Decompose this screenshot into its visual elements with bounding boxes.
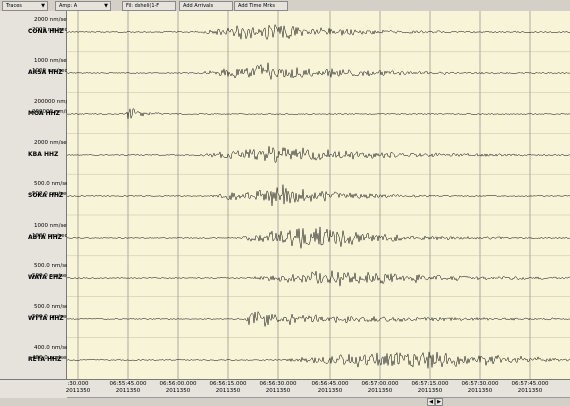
waveform-trace [67, 146, 570, 163]
traces-menu-label: Traces [6, 3, 22, 9]
add-arrivals-label: Add Arrivals [183, 3, 214, 9]
amplitude-bottom-label: -1000 nm/sec [30, 68, 68, 74]
time-tick-label: :30.000 [67, 381, 89, 387]
waveform-trace [67, 62, 570, 80]
amplitude-top-label: 500.0 nm/sec [34, 263, 72, 269]
amp-menu[interactable]: Amp: A ▼ [55, 1, 111, 11]
waveform-trace [67, 23, 570, 41]
waveform-plot[interactable] [67, 11, 570, 379]
time-tick-label: 06:56:30.000 [259, 381, 297, 387]
waveform-trace [67, 108, 570, 119]
amplitude-top-label: 500.0 nm/sec [34, 304, 72, 310]
waveform-trace [67, 184, 570, 207]
date-tick-label: 2011350 [165, 388, 191, 394]
filter-menu[interactable]: Fil: dsheli(1-F [122, 1, 176, 11]
amplitude-top-label: 2000 nm/sec [34, 140, 70, 146]
add-time-marks-label: Add Time Mrks [238, 3, 275, 9]
waveform-trace [67, 270, 570, 287]
amp-menu-label: Amp: A [59, 3, 78, 9]
waveform-trace [67, 226, 570, 249]
time-tick-label: 06:56:45.000 [311, 381, 349, 387]
time-tick-label: 06:57:15.000 [411, 381, 449, 387]
amplitude-bottom-label: -500.0 nm/sec [30, 314, 70, 320]
date-tick-label: 2011350 [317, 388, 343, 394]
date-tick-label: 2011350 [215, 388, 241, 394]
amplitude-top-label: 2000 nm/sec [34, 17, 70, 23]
amplitude-top-label: 500.0 nm/sec [34, 181, 72, 187]
time-tick-label: 06:56:00.000 [159, 381, 197, 387]
scroll-left-icon[interactable]: ◀ [427, 398, 435, 406]
chevron-down-icon: ▼ [41, 3, 45, 9]
filter-menu-label: Fil: dsheli(1-F [126, 3, 160, 9]
chevron-down-icon: ▼ [104, 3, 108, 9]
time-tick-label: 06:55:45.000 [109, 381, 147, 387]
amplitude-bottom-label: -500.0 nm/sec [30, 191, 70, 197]
amplitude-top-label: 1000 nm/sec [34, 58, 70, 64]
amplitude-bottom-label: -500.0 nm/sec [30, 273, 70, 279]
waveform-canvas [67, 11, 570, 379]
time-axis: :30.000 2011350 06:55:45.000 2011350 06:56:0… [0, 379, 570, 398]
date-tick-label: 2011350 [265, 388, 291, 394]
scroll-right-icon[interactable]: ▶ [435, 398, 443, 406]
waveform-trace [67, 310, 570, 327]
date-tick-label: 2011350 [115, 388, 141, 394]
add-time-marks-button[interactable]: Add Time Mrks [234, 1, 288, 11]
amplitude-top-label: 1000 nm/sec [34, 223, 70, 229]
date-tick-label: 2011350 [517, 388, 543, 394]
waveform-trace [67, 351, 570, 369]
add-arrivals-button[interactable]: Add Arrivals [179, 1, 233, 11]
date-tick-label: 2011350 [417, 388, 443, 394]
time-tick-label: 06:57:45.000 [511, 381, 549, 387]
amplitude-bottom-label: -2000 nm/sec [30, 27, 68, 33]
time-tick-label: 06:57:30.000 [461, 381, 499, 387]
date-tick-label: 2011350 [467, 388, 493, 394]
traces-menu[interactable]: Traces ▼ [2, 1, 48, 11]
time-tick-label: 06:57:00.000 [361, 381, 399, 387]
amplitude-bottom-label: -400.0 nm/sec [30, 355, 70, 361]
date-tick-label: 2011350 [65, 388, 91, 394]
date-tick-label: 2011350 [367, 388, 393, 394]
amplitude-top-label: 400.0 nm/sec [34, 345, 72, 351]
trace-label-panel: 2000 nm/sec CONA HHZ -2000 nm/sec 1000 nm/s… [0, 11, 77, 379]
amplitude-bottom-label: -1000 nm/sec [30, 233, 68, 239]
time-tick-label: 06:56:15.000 [209, 381, 247, 387]
station-label[interactable]: KBA HHZ [28, 151, 58, 158]
